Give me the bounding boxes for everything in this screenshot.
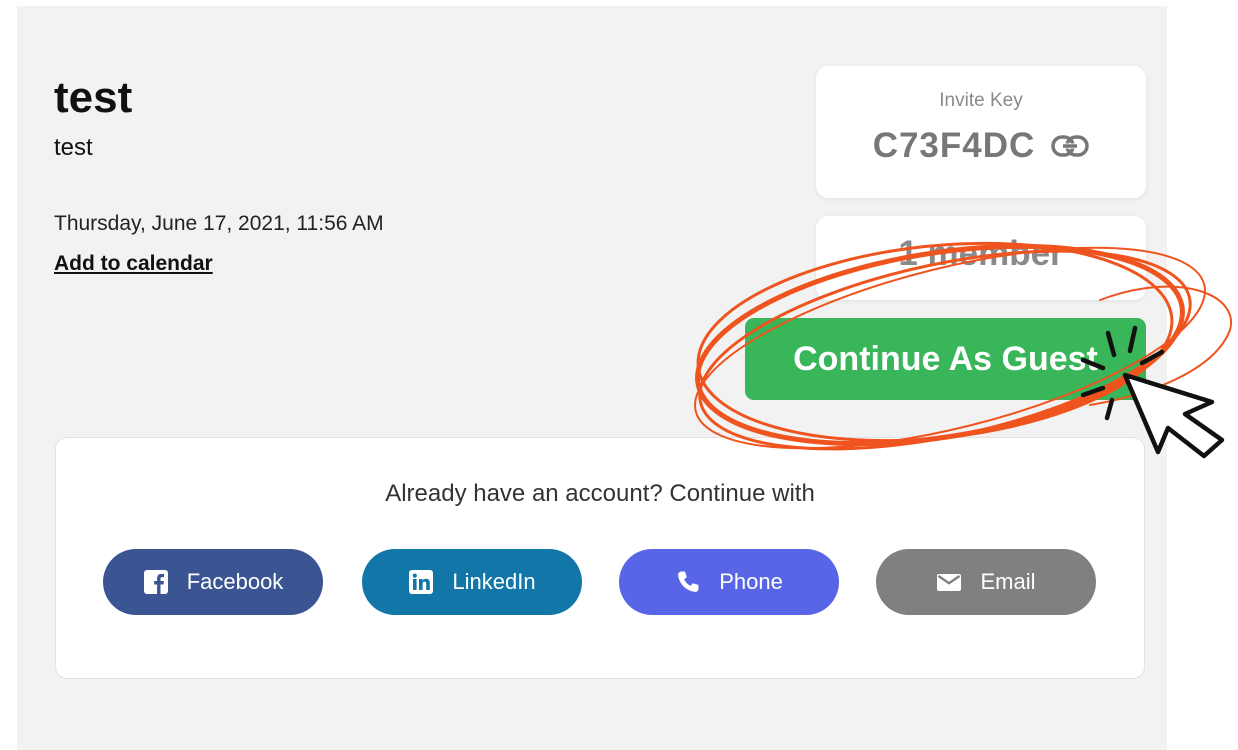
phone-login-button[interactable]: Phone [619,549,839,615]
email-login-button[interactable]: Email [876,549,1096,615]
email-icon [937,574,962,591]
email-label: Email [980,569,1036,594]
link-icon[interactable] [1051,134,1090,158]
linkedin-label: LinkedIn [452,569,536,594]
login-card: Already have an account? Continue with F… [55,437,1145,679]
event-datetime: Thursday, June 17, 2021, 11:56 AM [54,212,384,235]
member-count-card: 1 member [816,216,1146,300]
linkedin-login-button[interactable]: LinkedIn [362,549,582,615]
continue-as-guest-button[interactable]: Continue As Guest [745,318,1146,400]
invite-key-label: Invite Key [939,90,1023,111]
event-title: test [54,73,133,122]
invite-key-value: C73F4DC [872,126,1036,165]
event-subtitle: test [54,134,93,161]
phone-label: Phone [719,569,783,594]
phone-icon [678,571,699,592]
facebook-label: Facebook [186,569,284,594]
linkedin-icon [409,570,434,594]
member-count: 1 member [898,234,1064,273]
invite-key-row: C73F4DC [816,126,1146,166]
facebook-login-button[interactable]: Facebook [103,549,323,615]
invite-key-card: Invite Key C73F4DC [816,66,1146,198]
add-to-calendar-link[interactable]: Add to calendar [54,250,213,278]
facebook-icon [143,570,168,594]
login-prompt: Already have an account? Continue with [385,480,815,507]
